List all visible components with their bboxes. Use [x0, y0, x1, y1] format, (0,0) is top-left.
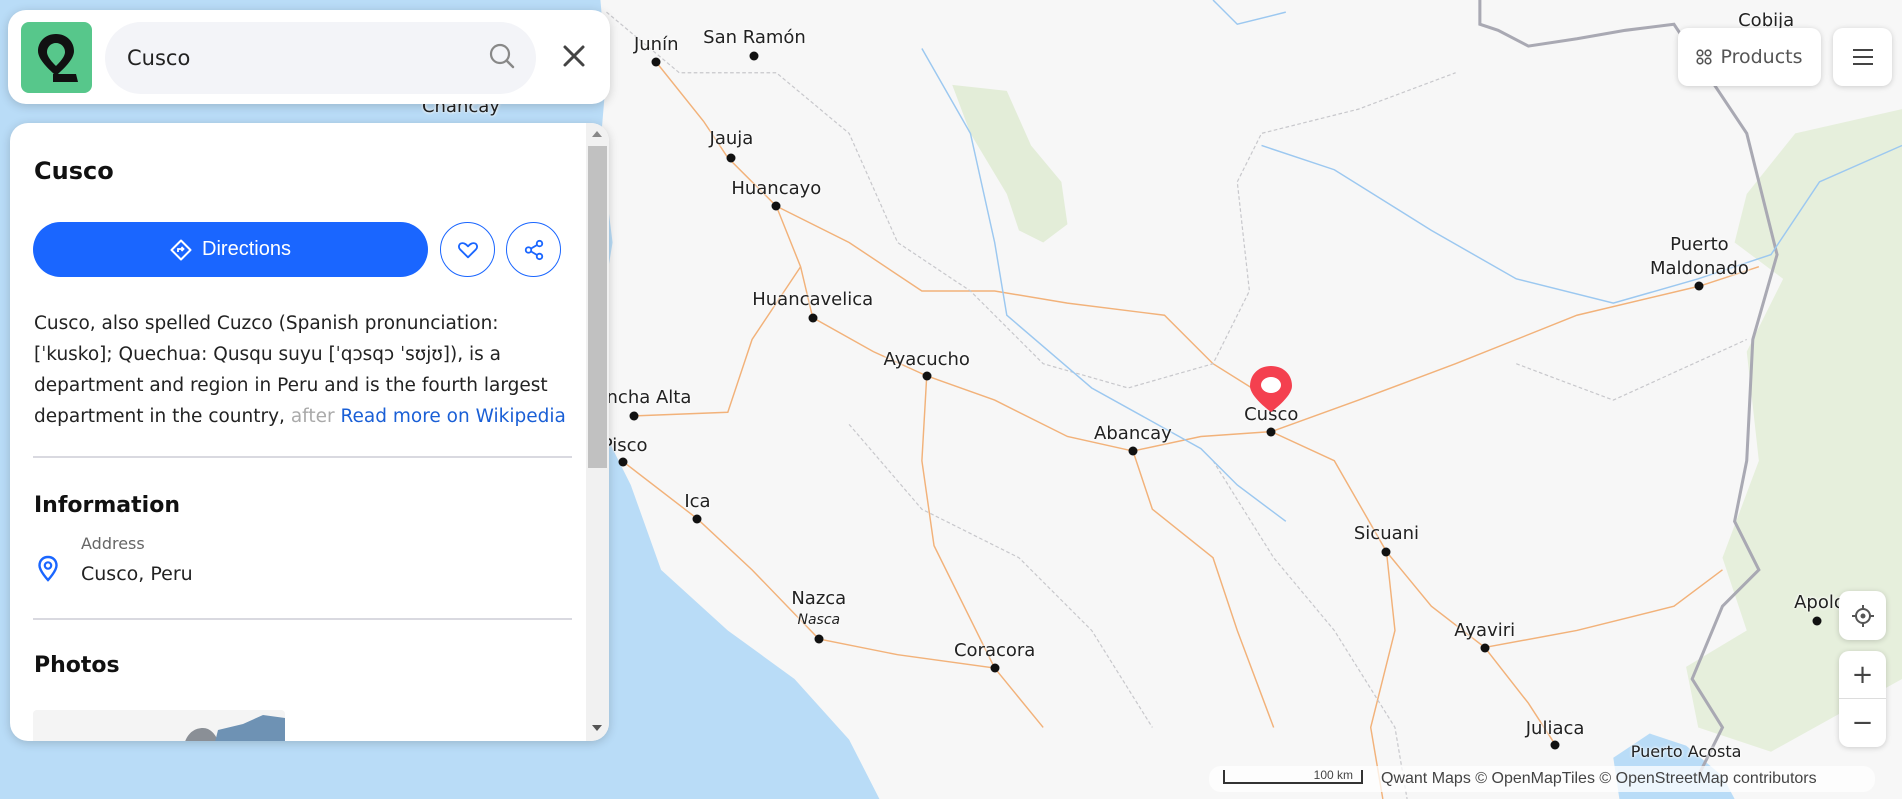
- panel-scrollbar[interactable]: [586, 123, 609, 741]
- divider: [33, 618, 572, 620]
- search-icon[interactable]: [488, 42, 516, 70]
- geolocate-button[interactable]: [1839, 591, 1886, 640]
- location-marker-icon[interactable]: [1247, 364, 1295, 418]
- place-dot: [1128, 446, 1138, 456]
- place-dot: [749, 51, 759, 61]
- products-label: Products: [1720, 46, 1803, 68]
- scale-bar: 100 km: [1223, 769, 1363, 784]
- place-dot: [1694, 281, 1704, 291]
- place-label[interactable]: ncha Alta: [607, 387, 692, 408]
- zoom-in-button[interactable]: +: [1839, 651, 1886, 699]
- information-heading: Information: [34, 493, 180, 518]
- place-dot: [1550, 740, 1560, 750]
- directions-label: Directions: [202, 238, 291, 260]
- place-label[interactable]: Huancavelica: [752, 289, 873, 310]
- place-label[interactable]: Maldonado: [1650, 259, 1749, 279]
- place-dot: [1266, 427, 1276, 437]
- qwant-maps-logo[interactable]: [21, 22, 92, 93]
- place-dot: [814, 634, 824, 644]
- attribution-bar: 100 km Qwant Maps © OpenMapTiles © OpenS…: [1209, 766, 1875, 792]
- search-card: [8, 10, 610, 104]
- divider: [33, 456, 572, 458]
- favorite-button[interactable]: [440, 222, 495, 277]
- share-icon: [524, 239, 543, 260]
- crosshair-icon: [1851, 604, 1874, 627]
- place-dot: [771, 201, 781, 211]
- scroll-up-arrow-icon[interactable]: [592, 131, 602, 137]
- search-input[interactable]: [105, 22, 536, 94]
- place-label[interactable]: Nazca: [791, 589, 846, 609]
- address-label: Address: [81, 534, 145, 553]
- photos-heading: Photos: [34, 653, 120, 678]
- share-button[interactable]: [506, 222, 561, 277]
- place-dot: [990, 663, 1000, 673]
- place-dot: [726, 153, 736, 163]
- place-dot: [1812, 616, 1822, 626]
- place-label[interactable]: Jauja: [710, 129, 754, 149]
- place-label[interactable]: Coracora: [954, 641, 1035, 661]
- place-label[interactable]: San Ramón: [703, 27, 806, 48]
- place-label[interactable]: Puerto Acosta: [1631, 742, 1742, 762]
- place-label[interactable]: Nasca: [797, 610, 840, 630]
- address-pin-icon: [38, 555, 58, 582]
- close-icon[interactable]: [558, 40, 590, 72]
- place-dot: [692, 514, 702, 524]
- scroll-down-arrow-icon[interactable]: [592, 725, 602, 731]
- attribution-text[interactable]: Qwant Maps © OpenMapTiles © OpenStreetMa…: [1381, 770, 1817, 788]
- place-description: Cusco, also spelled Cuzco (Spanish pronu…: [34, 308, 579, 432]
- place-dot: [618, 457, 628, 467]
- place-label[interactable]: Apolo: [1794, 592, 1845, 613]
- zoom-out-button[interactable]: −: [1839, 699, 1886, 747]
- place-dot: [629, 411, 639, 421]
- hamburger-menu-icon: [1852, 49, 1873, 65]
- wikipedia-link[interactable]: Read more on Wikipedia: [341, 406, 566, 427]
- menu-button[interactable]: [1833, 28, 1892, 86]
- place-label[interactable]: Ayacucho: [884, 350, 970, 370]
- description-fade-text: after: [290, 406, 335, 427]
- place-label[interactable]: Abancay: [1094, 424, 1172, 444]
- place-details-panel: Cusco Directions Cusco, also spelled Cuz…: [10, 123, 609, 741]
- grid-icon: [1696, 49, 1713, 65]
- place-dot: [1480, 643, 1490, 653]
- place-label[interactable]: Ayaviri: [1454, 620, 1515, 641]
- place-label[interactable]: Sicuani: [1354, 523, 1419, 544]
- address-value: Cusco, Peru: [81, 563, 193, 585]
- scrollbar-thumb[interactable]: [588, 146, 607, 468]
- place-label[interactable]: Juliaca: [1526, 719, 1585, 739]
- place-label[interactable]: Junín: [634, 34, 679, 55]
- place-label[interactable]: Puerto: [1670, 235, 1729, 255]
- place-dot: [651, 57, 661, 67]
- place-dot: [922, 371, 932, 381]
- place-dot: [1381, 547, 1391, 557]
- directions-icon: [170, 239, 192, 260]
- place-dot: [808, 313, 818, 323]
- place-label[interactable]: Ica: [684, 492, 710, 512]
- place-title: Cusco: [34, 157, 114, 185]
- place-label[interactable]: Huancayo: [731, 179, 821, 199]
- place-photo[interactable]: [33, 710, 285, 741]
- products-button[interactable]: Products: [1678, 28, 1821, 86]
- directions-button[interactable]: Directions: [33, 222, 428, 277]
- heart-icon: [457, 241, 478, 258]
- zoom-controls: + −: [1839, 651, 1886, 747]
